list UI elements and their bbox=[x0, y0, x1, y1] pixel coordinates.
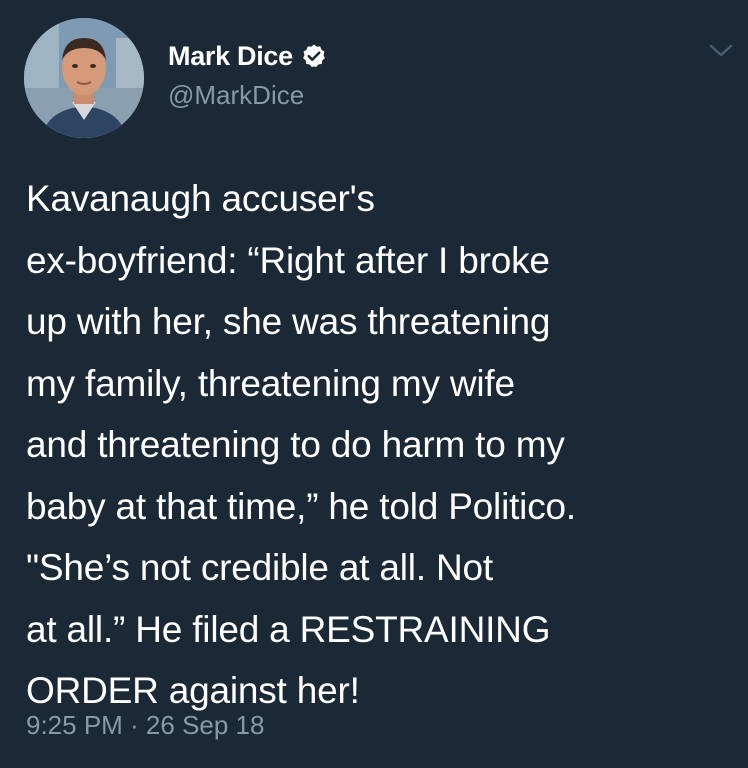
tweet-text: Kavanaugh accuser's ex-boyfriend: “Right… bbox=[26, 178, 576, 711]
chevron-down-icon[interactable] bbox=[708, 42, 734, 60]
tweet-timestamp[interactable]: 9:25 PM · 26 Sep 18 bbox=[26, 710, 264, 741]
author-block: Mark Dice @MarkDice bbox=[168, 38, 327, 111]
verified-badge-icon bbox=[301, 43, 327, 69]
user-handle[interactable]: @MarkDice bbox=[168, 80, 327, 111]
name-row: Mark Dice bbox=[168, 38, 327, 74]
display-name[interactable]: Mark Dice bbox=[168, 41, 293, 72]
tweet: Mark Dice @MarkDice Kavanaugh accuser's … bbox=[0, 0, 748, 768]
profile-photo-icon bbox=[24, 18, 144, 138]
avatar[interactable] bbox=[24, 18, 144, 138]
